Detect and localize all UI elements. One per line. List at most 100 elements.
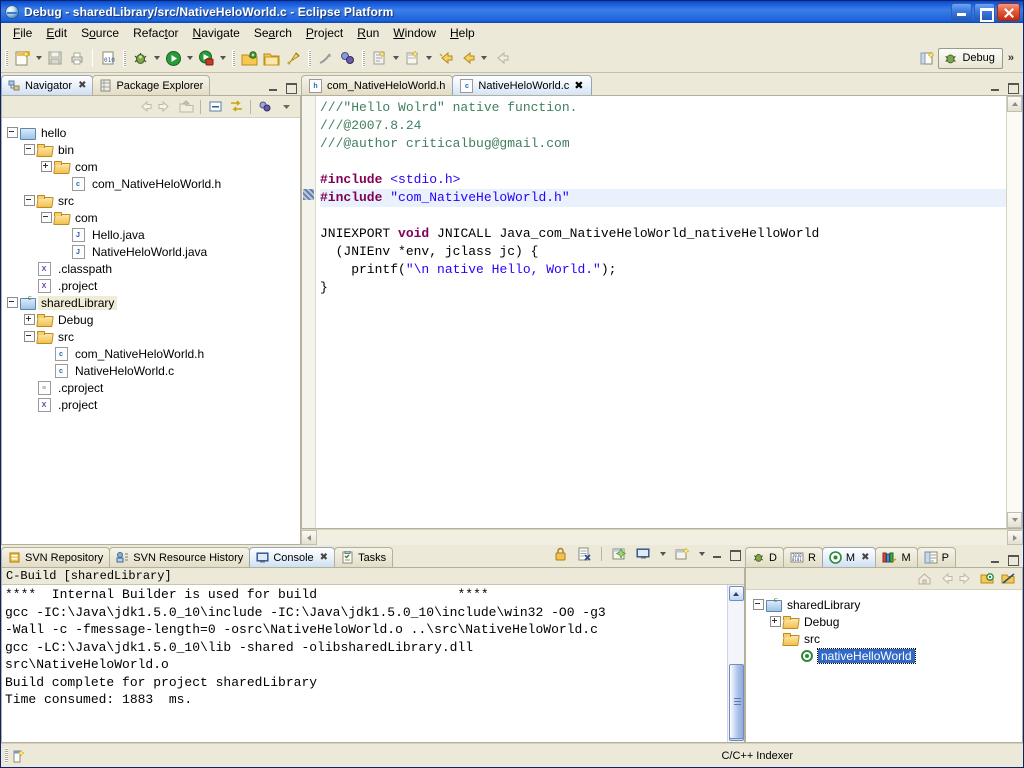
- tab-svn-resource-history[interactable]: SVN Resource History: [109, 547, 251, 567]
- tree-row[interactable]: c sharedLibrary: [6, 293, 300, 311]
- menu-edit[interactable]: Edit: [39, 23, 74, 43]
- view-menu-icon[interactable]: [276, 98, 296, 116]
- navigator-forward-icon[interactable]: [155, 98, 175, 116]
- new-java-class-icon[interactable]: [368, 47, 390, 69]
- navigator-up-icon[interactable]: [176, 98, 196, 116]
- collapse-icon[interactable]: [6, 296, 19, 309]
- tree-row[interactable]: X .project: [6, 277, 300, 294]
- perspective-overflow-icon[interactable]: »: [1003, 52, 1019, 64]
- tree-row[interactable]: c NativeHeloWorld.c: [6, 362, 300, 379]
- make-targets-back-icon[interactable]: [935, 570, 955, 588]
- editor-tab-com-nativeheloworld-h[interactable]: h com_NativeHeloWorld.h: [301, 75, 454, 95]
- tab-make-targets-close-icon[interactable]: ✖: [861, 552, 869, 563]
- tree-row[interactable]: hello: [6, 124, 300, 141]
- run-dropdown-icon[interactable]: [184, 47, 195, 69]
- new-console-dropdown-icon[interactable]: [696, 543, 707, 565]
- tree-row[interactable]: com: [6, 209, 300, 226]
- editor-vertical-scrollbar[interactable]: [1006, 96, 1022, 528]
- toolbar-grip[interactable]: [5, 49, 8, 67]
- menu-file[interactable]: File: [6, 23, 39, 43]
- tree-row[interactable]: c com_NativeHeloWorld.h: [6, 175, 300, 192]
- console-maximize-icon[interactable]: [728, 549, 741, 561]
- clear-console-icon[interactable]: [574, 545, 594, 563]
- run-icon[interactable]: [162, 47, 184, 69]
- tree-row[interactable]: X .classpath: [6, 260, 300, 277]
- link-with-editor-icon[interactable]: [226, 98, 246, 116]
- tab-tasks[interactable]: Tasks: [334, 547, 394, 567]
- navigator-minimize-icon[interactable]: [267, 82, 280, 93]
- editor-scroll-up-button[interactable]: [1007, 96, 1022, 112]
- next-annotation-icon[interactable]: [434, 47, 456, 69]
- skip-breakpoints-icon[interactable]: [314, 47, 336, 69]
- previous-annotation-icon[interactable]: [456, 47, 478, 69]
- new-console-view-icon[interactable]: [672, 545, 692, 563]
- tree-row[interactable]: c com_NativeHeloWorld.h: [6, 345, 300, 362]
- minimize-button[interactable]: [951, 3, 972, 21]
- navigator-tree[interactable]: hello bin com c com_NativeHeloWorld.h src com J…: [2, 118, 300, 544]
- collapse-icon[interactable]: [6, 126, 19, 139]
- editor-gutter[interactable]: [302, 96, 316, 528]
- profile-icon[interactable]: [336, 47, 358, 69]
- menu-window[interactable]: Window: [386, 23, 443, 43]
- previous-annotation-dropdown-icon[interactable]: [478, 47, 489, 69]
- new-java-package-dropdown-icon[interactable]: [423, 47, 434, 69]
- console-vertical-scrollbar[interactable]: [727, 585, 744, 742]
- editor-scroll-track[interactable]: [1007, 112, 1022, 512]
- editor-minimize-icon[interactable]: [989, 82, 1002, 93]
- debug-icon[interactable]: [129, 47, 151, 69]
- code-editor[interactable]: ///"Hello Wolrd" native function. ///@200…: [316, 96, 1006, 528]
- tree-row[interactable]: Debug: [752, 613, 1022, 630]
- editor-scroll-left-button[interactable]: [301, 530, 317, 545]
- display-console-dropdown-icon[interactable]: [657, 543, 668, 565]
- hide-folders-icon[interactable]: [998, 570, 1018, 588]
- toolbar-grip-4[interactable]: [308, 49, 311, 67]
- open-type-icon[interactable]: [238, 47, 260, 69]
- open-perspective-icon[interactable]: [916, 47, 938, 69]
- console-minimize-icon[interactable]: [711, 549, 724, 560]
- menu-navigate[interactable]: Navigate: [185, 23, 246, 43]
- collapse-icon[interactable]: [40, 211, 53, 224]
- navigator-maximize-icon[interactable]: [284, 82, 297, 94]
- editor-scroll-down-button[interactable]: [1007, 512, 1022, 528]
- display-selected-console-icon[interactable]: [633, 545, 653, 563]
- tab-navigator[interactable]: Navigator ✖: [1, 75, 94, 95]
- make-targets-tree[interactable]: c sharedLibrary Debug src nativeHelloWorld: [746, 590, 1022, 742]
- tab-navigator-close-icon[interactable]: ✖: [78, 80, 86, 91]
- new-wizard-dropdown-icon[interactable]: [33, 47, 44, 69]
- tree-row[interactable]: nativeHelloWorld: [752, 647, 1022, 664]
- tab-make-targets[interactable]: M ✖: [821, 547, 877, 567]
- tab-registers[interactable]: 1010 0101 R: [782, 547, 823, 567]
- perspective-debug-button[interactable]: Debug: [938, 47, 1003, 69]
- tree-row[interactable]: src: [6, 328, 300, 345]
- run-external-dropdown-icon[interactable]: [217, 47, 228, 69]
- print-icon[interactable]: [66, 47, 88, 69]
- lock-icon[interactable]: [550, 545, 570, 563]
- close-button[interactable]: [997, 3, 1020, 21]
- console-scroll-up-button[interactable]: [728, 586, 744, 601]
- console-scroll-thumb[interactable]: [728, 664, 744, 739]
- make-targets-forward-icon[interactable]: [956, 570, 976, 588]
- editor-tab-close-icon[interactable]: ✖: [574, 79, 583, 92]
- menu-search[interactable]: Search: [247, 23, 299, 43]
- tree-row[interactable]: J NativeHeloWorld.java: [6, 243, 300, 260]
- tree-row[interactable]: X .project: [6, 396, 300, 413]
- tab-properties[interactable]: P: [916, 547, 956, 567]
- console-scroll-track[interactable]: [728, 602, 744, 739]
- menu-source[interactable]: Source: [74, 23, 126, 43]
- menu-help[interactable]: Help: [443, 23, 482, 43]
- debug-dropdown-icon[interactable]: [151, 47, 162, 69]
- expand-icon[interactable]: [40, 160, 53, 173]
- collapse-icon[interactable]: [752, 598, 765, 611]
- tree-row[interactable]: J Hello.java: [6, 226, 300, 243]
- console-output[interactable]: **** Internal Builder is used for build …: [2, 585, 727, 742]
- collapse-icon[interactable]: [23, 143, 36, 156]
- tree-row[interactable]: com: [6, 158, 300, 175]
- tree-row[interactable]: bin: [6, 141, 300, 158]
- search-icon[interactable]: [282, 47, 304, 69]
- expand-icon[interactable]: [23, 313, 36, 326]
- tab-console[interactable]: Console ✖: [249, 547, 336, 567]
- make-targets-minimize-icon[interactable]: [989, 554, 1002, 565]
- navigator-back-icon[interactable]: [134, 98, 154, 116]
- tab-package-explorer[interactable]: Package Explorer: [92, 75, 211, 95]
- tree-row[interactable]: src: [6, 192, 300, 209]
